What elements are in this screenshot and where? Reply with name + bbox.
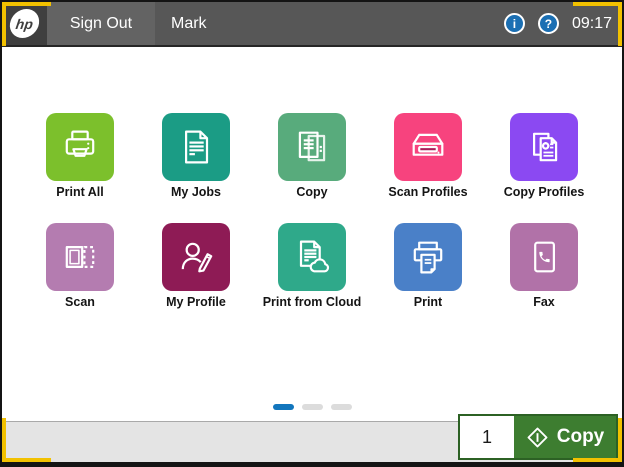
tile-my-jobs[interactable]: My Jobs <box>138 113 254 199</box>
start-diamond-icon <box>526 426 549 449</box>
top-bar: hp Sign Out Mark i ? 09:17 <box>2 2 622 47</box>
tile-label: My Jobs <box>171 185 221 199</box>
tile-scan[interactable]: Scan <box>22 223 138 309</box>
tile-print-from-cloud[interactable]: Print from Cloud <box>254 223 370 309</box>
printer-icon <box>46 113 114 181</box>
scan-area-icon <box>46 223 114 291</box>
header-right-cluster: i ? 09:17 <box>504 2 622 45</box>
sign-out-button[interactable]: Sign Out <box>47 2 155 45</box>
tile-print-all[interactable]: Print All <box>22 113 138 199</box>
page-dot-2[interactable] <box>302 404 323 410</box>
copy-start-button[interactable]: Copy <box>514 416 616 458</box>
home-screen-grid: Print All My Jobs <box>2 47 622 416</box>
hp-logo-icon: hp <box>8 9 41 38</box>
copy-button-label: Copy <box>557 426 605 448</box>
tile-label: Copy <box>296 185 327 199</box>
tile-label: Print from Cloud <box>263 295 362 309</box>
signed-in-user: Mark <box>155 2 504 45</box>
tile-label: Scan Profiles <box>388 185 467 199</box>
tile-print[interactable]: Print <box>370 223 486 309</box>
fax-phone-icon <box>510 223 578 291</box>
person-edit-icon <box>162 223 230 291</box>
tile-copy-profiles[interactable]: Copy Profiles <box>486 113 602 199</box>
tile-row-1: Print All My Jobs <box>2 113 622 199</box>
user-name: Mark <box>171 15 207 33</box>
tile-my-profile[interactable]: My Profile <box>138 223 254 309</box>
cloud-print-icon <box>278 223 346 291</box>
tile-label: Copy Profiles <box>504 185 585 199</box>
sign-out-label: Sign Out <box>70 15 132 33</box>
tile-scan-profiles[interactable]: Scan Profiles <box>370 113 486 199</box>
copy-settings-icon <box>510 113 578 181</box>
printer-touchscreen: hp Sign Out Mark i ? 09:17 <box>0 0 624 467</box>
tile-label: My Profile <box>166 295 226 309</box>
copy-pages-icon <box>278 113 346 181</box>
tile-fax[interactable]: Fax <box>486 223 602 309</box>
clock: 09:17 <box>572 15 612 33</box>
tile-label: Print <box>414 295 442 309</box>
help-icon[interactable]: ? <box>538 13 559 34</box>
tile-row-2: Scan My Profile <box>2 223 622 309</box>
tile-label: Fax <box>533 295 555 309</box>
printer-sheet-icon <box>394 223 462 291</box>
tile-label: Scan <box>65 295 95 309</box>
page-dot-1[interactable] <box>273 404 294 410</box>
document-icon <box>162 113 230 181</box>
page-dot-3[interactable] <box>331 404 352 410</box>
copies-count-field[interactable]: 1 <box>460 416 514 458</box>
tile-copy[interactable]: Copy <box>254 113 370 199</box>
quick-copy-widget: 1 Copy <box>458 414 618 460</box>
info-icon[interactable]: i <box>504 13 525 34</box>
home-button[interactable]: hp <box>2 2 47 45</box>
tile-label: Print All <box>56 185 103 199</box>
scanner-icon <box>394 113 462 181</box>
page-indicator <box>2 404 622 410</box>
